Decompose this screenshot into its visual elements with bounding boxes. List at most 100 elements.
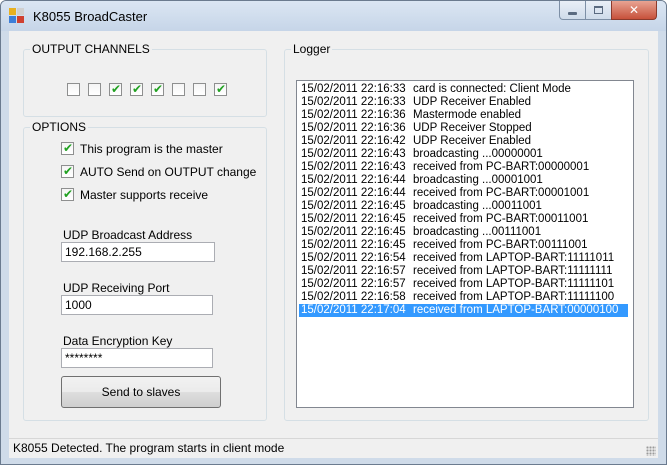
log-entry[interactable]: 15/02/2011 22:16:36 UDP Receiver Stopped	[299, 122, 628, 135]
title-bar[interactable]: K8055 BroadCaster ✕	[1, 1, 666, 31]
log-timestamp: 15/02/2011 22:16:43	[301, 161, 406, 173]
log-entry[interactable]: 15/02/2011 22:16:44 broadcasting ...00001…	[299, 174, 628, 187]
channel-checkbox[interactable]	[88, 83, 101, 96]
log-timestamp: 15/02/2011 22:16:57	[301, 278, 406, 290]
log-entry[interactable]: 15/02/2011 22:16:57 received from LAPTOP-…	[299, 278, 628, 291]
checkmark-icon: ✔	[63, 141, 74, 155]
auto-send-checkbox[interactable]: ✔	[61, 164, 74, 178]
log-entry[interactable]: 15/02/2011 22:16:42 UDP Receiver Enabled	[299, 135, 628, 148]
close-button[interactable]: ✕	[611, 1, 657, 20]
log-message: broadcasting ...00000001	[413, 148, 543, 160]
log-listbox[interactable]: 15/02/2011 22:16:33 card is connected: Cl…	[296, 80, 634, 408]
log-message: UDP Receiver Enabled	[413, 135, 532, 147]
log-entry[interactable]: 15/02/2011 22:16:33 UDP Receiver Enabled	[299, 96, 628, 109]
log-timestamp: 15/02/2011 22:17:04	[301, 304, 406, 316]
log-entry[interactable]: 15/02/2011 22:16:58 received from LAPTOP-…	[299, 291, 628, 304]
log-message: broadcasting ...00001001	[413, 174, 543, 186]
channel-checkbox[interactable]: ✔	[109, 82, 122, 96]
udp-address-input[interactable]: 192.168.2.255	[61, 242, 215, 262]
log-timestamp: 15/02/2011 22:16:33	[301, 96, 406, 108]
log-entry[interactable]: 15/02/2011 22:16:36 Mastermode enabled	[299, 109, 628, 122]
udp-port-input[interactable]: 1000	[61, 295, 213, 315]
log-timestamp: 15/02/2011 22:16:54	[301, 252, 406, 264]
log-timestamp: 15/02/2011 22:16:44	[301, 174, 406, 186]
log-message: received from PC-BART:00001001	[413, 187, 590, 199]
output-channels-title: OUTPUT CHANNELS	[30, 42, 152, 56]
log-entry[interactable]: 15/02/2011 22:16:57 received from LAPTOP-…	[299, 265, 628, 278]
checkmark-icon: ✔	[63, 187, 74, 201]
master-receive-checkbox-label[interactable]: Master supports receive	[80, 188, 208, 202]
log-message: received from LAPTOP-BART:11111111	[413, 265, 613, 277]
log-timestamp: 15/02/2011 22:16:45	[301, 213, 406, 225]
master-receive-checkbox[interactable]: ✔	[61, 187, 74, 201]
channel-checkbox[interactable]	[67, 83, 80, 96]
udp-port-label: UDP Receiving Port	[63, 281, 170, 295]
log-timestamp: 15/02/2011 22:16:45	[301, 200, 406, 212]
channel-checkbox[interactable]: ✔	[214, 82, 227, 96]
log-message: card is connected: Client Mode	[413, 83, 571, 95]
options-title: OPTIONS	[30, 120, 89, 134]
log-entry[interactable]: 15/02/2011 22:16:45 broadcasting ...00011…	[299, 200, 628, 213]
log-timestamp: 15/02/2011 22:16:43	[301, 148, 406, 160]
log-message: received from PC-BART:00111001	[413, 239, 588, 251]
log-message: broadcasting ...00011001	[413, 200, 542, 212]
channel-checkbox[interactable]	[172, 83, 185, 96]
send-to-slaves-button[interactable]: Send to slaves	[61, 376, 221, 408]
checkmark-icon: ✔	[153, 82, 164, 96]
log-entry[interactable]: 15/02/2011 22:16:33 card is connected: Cl…	[299, 83, 628, 96]
status-text: K8055 Detected. The program starts in cl…	[13, 441, 285, 455]
output-channels-group: OUTPUT CHANNELS ✔ ✔ ✔ ✔	[23, 42, 267, 117]
minimize-icon	[568, 12, 577, 15]
master-checkbox-label[interactable]: This program is the master	[80, 142, 223, 156]
channel-checkbox[interactable]: ✔	[151, 82, 164, 96]
log-message: UDP Receiver Enabled	[413, 96, 532, 108]
resize-grip-icon[interactable]	[646, 446, 656, 456]
checkmark-icon: ✔	[111, 82, 122, 96]
close-icon: ✕	[628, 3, 640, 17]
log-timestamp: 15/02/2011 22:16:44	[301, 187, 406, 199]
channel-checkbox[interactable]	[193, 83, 206, 96]
logger-group: Logger 15/02/2011 22:16:33 card is connec…	[284, 42, 649, 421]
log-timestamp: 15/02/2011 22:16:57	[301, 265, 406, 277]
checkmark-icon: ✔	[132, 82, 143, 96]
main-window: K8055 BroadCaster ✕ OUTPUT CHANNELS ✔ ✔ ✔ ✔…	[0, 0, 667, 465]
log-entry[interactable]: 15/02/2011 22:16:54 received from LAPTOP-…	[299, 252, 628, 265]
log-message: received from LAPTOP-BART:11111101	[413, 278, 615, 290]
log-entry[interactable]: 15/02/2011 22:17:04 received from LAPTOP-…	[299, 304, 628, 317]
log-timestamp: 15/02/2011 22:16:42	[301, 135, 406, 147]
log-entry[interactable]: 15/02/2011 22:16:45 broadcasting ...00111…	[299, 226, 628, 239]
window-title: K8055 BroadCaster	[33, 9, 148, 24]
log-message: received from PC-BART:00011001	[413, 213, 589, 225]
log-message: received from LAPTOP-BART:11111011	[413, 252, 615, 264]
log-entry[interactable]: 15/02/2011 22:16:44 received from PC-BART…	[299, 187, 628, 200]
master-checkbox[interactable]: ✔	[61, 141, 74, 155]
log-timestamp: 15/02/2011 22:16:45	[301, 226, 406, 238]
maximize-icon	[594, 6, 603, 14]
log-timestamp: 15/02/2011 22:16:45	[301, 239, 406, 251]
client-area: OUTPUT CHANNELS ✔ ✔ ✔ ✔ OPTIONS ✔ This prog…	[9, 31, 658, 458]
encryption-key-input[interactable]: ********	[61, 348, 213, 368]
minimize-button[interactable]	[559, 1, 586, 20]
auto-send-checkbox-label[interactable]: AUTO Send on OUTPUT change	[80, 165, 256, 179]
status-bar: K8055 Detected. The program starts in cl…	[9, 438, 658, 458]
log-timestamp: 15/02/2011 22:16:33	[301, 83, 406, 95]
log-timestamp: 15/02/2011 22:16:58	[301, 291, 406, 303]
udp-address-label: UDP Broadcast Address	[63, 228, 193, 242]
encryption-key-label: Data Encryption Key	[63, 334, 173, 348]
options-group: OPTIONS ✔ This program is the master ✔ A…	[23, 120, 267, 421]
log-message: broadcasting ...00111001	[413, 226, 542, 238]
logger-title: Logger	[291, 42, 333, 56]
log-message: Mastermode enabled	[413, 109, 522, 121]
checkmark-icon: ✔	[216, 82, 227, 96]
maximize-button[interactable]	[585, 1, 612, 20]
log-entry[interactable]: 15/02/2011 22:16:43 broadcasting ...00000…	[299, 148, 628, 161]
checkmark-icon: ✔	[63, 164, 74, 178]
channel-checkbox[interactable]: ✔	[130, 82, 143, 96]
log-entry[interactable]: 15/02/2011 22:16:45 received from PC-BART…	[299, 213, 628, 226]
log-message: received from PC-BART:00000001	[413, 161, 590, 173]
log-entry[interactable]: 15/02/2011 22:16:45 received from PC-BART…	[299, 239, 628, 252]
app-icon	[9, 8, 25, 24]
log-message: UDP Receiver Stopped	[413, 122, 532, 134]
log-entry[interactable]: 15/02/2011 22:16:43 received from PC-BART…	[299, 161, 628, 174]
log-timestamp: 15/02/2011 22:16:36	[301, 109, 406, 121]
